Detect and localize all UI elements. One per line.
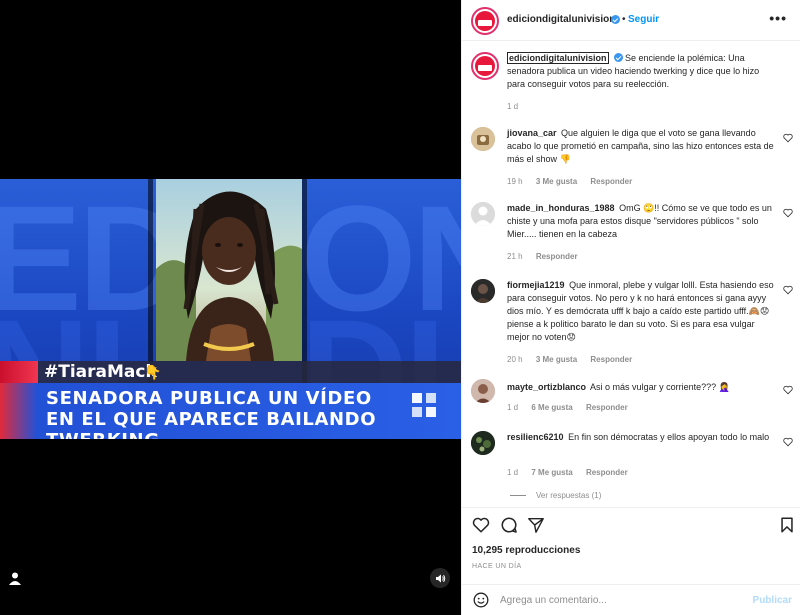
more-options-icon[interactable]: •••: [769, 10, 787, 26]
comment-username[interactable]: mayte_ortizblanco: [507, 382, 586, 392]
comment-time: 20 h: [507, 355, 523, 364]
video-frame[interactable]: ED ON DI NI: [0, 179, 461, 439]
speaker-icon: [435, 574, 445, 582]
comment-meta: 19 h 3 Me gusta Responder: [507, 177, 643, 186]
univision-logo-icon: [412, 393, 436, 417]
comment-likes[interactable]: 7 Me gusta: [531, 468, 572, 477]
comment-time: 19 h: [507, 177, 523, 186]
author-username[interactable]: ediciondigitalunivision: [507, 14, 615, 25]
comment-time: 21 h: [507, 252, 523, 261]
post-panel: ediciondigitalunivision • Seguir ••• edi…: [461, 0, 800, 615]
view-count[interactable]: 10,295 reproducciones: [472, 545, 580, 556]
comment-text-block: resilienc6210 En fin son démocratas y el…: [507, 431, 775, 444]
like-heart-icon[interactable]: [783, 133, 793, 143]
reply-button[interactable]: Responder: [590, 177, 632, 186]
commenter-avatar[interactable]: [471, 431, 495, 455]
follow-button[interactable]: Seguir: [628, 14, 659, 25]
caption-text-block: ediciondigitalunivision Se enciende la p…: [507, 52, 775, 91]
user-tag-icon[interactable]: [8, 571, 22, 585]
add-comment-bar: Publicar: [462, 584, 800, 615]
caption-avatar[interactable]: [471, 52, 499, 80]
author-avatar[interactable]: [471, 7, 499, 35]
heart-icon[interactable]: [472, 516, 490, 534]
post-header: ediciondigitalunivision • Seguir •••: [462, 0, 800, 41]
commenter-avatar[interactable]: [471, 127, 495, 151]
separator-dot: •: [622, 14, 626, 25]
post-timestamp: HACE UN DÍA: [472, 563, 522, 570]
caption-username[interactable]: ediciondigitalunivision: [507, 52, 609, 64]
comment-username[interactable]: fiormejia1219: [507, 280, 565, 290]
comment-input[interactable]: [500, 591, 740, 609]
caption-meta: 1 d: [507, 102, 529, 111]
comment-icon[interactable]: [500, 516, 518, 534]
comment-username[interactable]: made_in_honduras_1988: [507, 203, 615, 213]
comment-likes[interactable]: 6 Me gusta: [531, 403, 572, 412]
news-headline: SENADORA PUBLICA UN VÍDEO EN EL QUE APAR…: [46, 388, 377, 439]
mute-button[interactable]: [430, 568, 450, 588]
commenter-avatar[interactable]: [471, 279, 495, 303]
headline-bar: SENADORA PUBLICA UN VÍDEO EN EL QUE APAR…: [0, 383, 461, 439]
like-heart-icon[interactable]: [783, 437, 793, 447]
comment-meta: 20 h 3 Me gusta Responder: [507, 355, 643, 364]
comment-text-block: made_in_honduras_1988 OmG 🙄!! Cómo se ve…: [507, 202, 775, 241]
publish-button[interactable]: Publicar: [753, 595, 792, 606]
like-heart-icon[interactable]: [783, 285, 793, 295]
commenter-avatar[interactable]: [471, 202, 495, 226]
reply-button[interactable]: Responder: [586, 468, 628, 477]
video-clip-person: [156, 179, 302, 361]
like-heart-icon[interactable]: [783, 208, 793, 218]
hand-emoji: 👇: [144, 364, 162, 380]
comment-time: 1 d: [507, 468, 519, 477]
comment-text: Asi o más vulgar y corriente??? 🤦‍♀️: [590, 382, 730, 392]
reply-button[interactable]: Responder: [536, 252, 578, 261]
reply-button[interactable]: Responder: [586, 403, 628, 412]
comment-likes[interactable]: 3 Me gusta: [536, 355, 577, 364]
post-actions: 10,295 reproducciones HACE UN DÍA: [462, 507, 800, 575]
reply-button[interactable]: Responder: [590, 355, 632, 364]
comment-likes[interactable]: 3 Me gusta: [536, 177, 577, 186]
comments-list[interactable]: ediciondigitalunivision Se enciende la p…: [462, 42, 800, 508]
comment-username[interactable]: resilienc6210: [507, 432, 564, 442]
share-icon[interactable]: [527, 516, 545, 534]
comment-text-block: mayte_ortizblanco Asi o más vulgar y cor…: [507, 381, 775, 394]
comment-text-block: jiovana_car Que alguien le diga que el v…: [507, 127, 775, 166]
comment-meta: 21 h Responder: [507, 252, 589, 261]
video-player[interactable]: ED ON DI NI: [0, 0, 461, 615]
comment-time: 1 d: [507, 403, 519, 412]
verified-badge-icon: [613, 53, 623, 62]
bookmark-icon[interactable]: [778, 516, 796, 534]
comment-text: En fin son démocratas y ellos apoyan tod…: [568, 432, 770, 442]
lower-third-accent: [0, 361, 38, 383]
verified-badge-icon: [611, 15, 620, 24]
comment-meta: 1 d 7 Me gusta Responder: [507, 468, 639, 477]
hashtag-label: #TiaraMack: [44, 362, 157, 382]
comment-text-block: fiormejia1219 Que inmoral, plebe y vulga…: [507, 279, 775, 344]
view-replies-button[interactable]: Ver respuestas (1): [510, 491, 601, 500]
like-heart-icon[interactable]: [783, 385, 793, 395]
comment-username[interactable]: jiovana_car: [507, 128, 557, 138]
caption-time: 1 d: [507, 102, 519, 111]
emoji-icon[interactable]: [473, 592, 489, 608]
comment-meta: 1 d 6 Me gusta Responder: [507, 403, 639, 412]
news-lower-third: #TiaraMack 👇 SENADORA PUBLICA UN VÍDEO E…: [0, 361, 461, 439]
commenter-avatar[interactable]: [471, 379, 495, 403]
